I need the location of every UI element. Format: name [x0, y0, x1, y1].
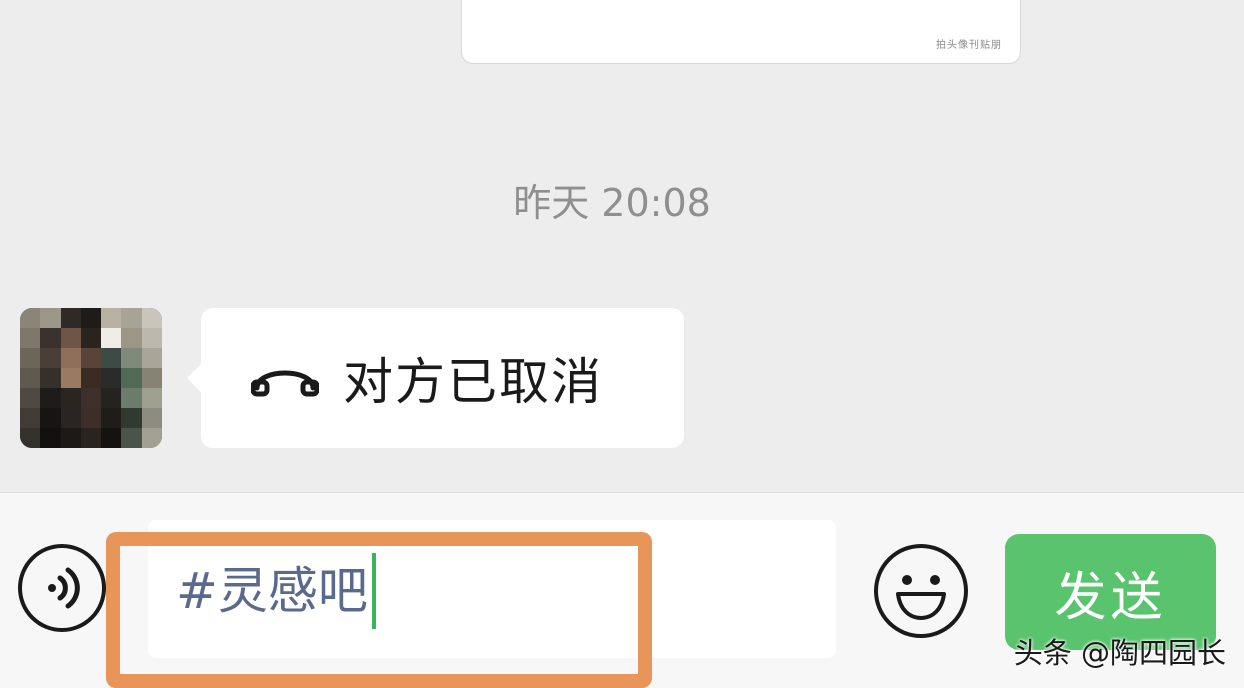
voice-input-button[interactable]: [18, 544, 106, 632]
message-timestamp: 昨天 20:08: [513, 181, 711, 225]
avatar-pixel: [20, 308, 41, 328]
avatar-pixel: [60, 388, 81, 408]
avatar-pixel: [141, 308, 162, 328]
avatar-pixel: [141, 368, 162, 388]
message-input-value[interactable]: #灵感吧: [176, 553, 376, 629]
avatar-pixel: [101, 388, 122, 408]
avatar-pixel: [40, 428, 61, 448]
previous-card-caption: 拍头像刊贴朋: [936, 40, 1002, 51]
avatar-pixel: [141, 408, 162, 428]
avatar-pixel: [141, 328, 162, 348]
input-text: #灵感吧: [176, 562, 368, 620]
avatar-pixel: [141, 388, 162, 408]
avatar-pixel: [60, 308, 81, 328]
avatar-pixel: [121, 348, 142, 368]
avatar-pixel: [20, 368, 41, 388]
voice-input-icon: [48, 567, 80, 609]
avatar-pixel: [80, 348, 102, 368]
avatar-pixel: [20, 428, 41, 448]
avatar-pixel: [121, 368, 142, 388]
avatar-pixel: [121, 308, 142, 328]
message-text: 对方已取消: [343, 353, 603, 411]
avatar-pixel: [80, 328, 102, 348]
avatar-pixel: [80, 428, 102, 448]
avatar-pixel: [20, 328, 41, 348]
avatar-pixel: [80, 408, 102, 428]
avatar-pixel: [121, 328, 142, 348]
call-cancelled-message[interactable]: 对方已取消: [187, 308, 684, 448]
avatar-pixel: [121, 388, 142, 408]
contact-avatar[interactable]: [20, 308, 162, 448]
avatar-pixel: [40, 388, 61, 408]
avatar-pixel: [101, 368, 122, 388]
avatar-pixel: [121, 428, 142, 448]
avatar-pixel: [40, 348, 61, 368]
phone-hangup-icon: [251, 370, 319, 397]
avatar-pixel: [20, 348, 41, 368]
avatar-pixel: [60, 368, 81, 388]
avatar-pixel: [101, 348, 122, 368]
avatar-pixel: [80, 368, 102, 388]
avatar-pixel: [40, 308, 61, 328]
avatar-pixel: [40, 328, 61, 348]
avatar-pixel: [101, 328, 122, 348]
avatar-pixel: [40, 408, 61, 428]
text-caret: [371, 553, 376, 629]
avatar-pixel: [60, 348, 81, 368]
emoji-button[interactable]: [874, 544, 968, 638]
avatar-pixel: [141, 348, 162, 368]
avatar-pixel: [20, 408, 41, 428]
avatar-pixel: [60, 328, 81, 348]
avatar-pixel: [20, 388, 41, 408]
chat-message-area[interactable]: 拍头像刊贴朋 昨天 20:08 对方已取消: [0, 0, 1244, 492]
avatar-pixel: [101, 408, 122, 428]
avatar-pixel: [80, 388, 102, 408]
avatar-pixel: [141, 428, 162, 448]
avatar-pixel: [60, 408, 81, 428]
avatar-pixel: [101, 428, 122, 448]
avatar-pixel: [40, 368, 61, 388]
avatar-pixel: [80, 308, 102, 328]
previous-message-card[interactable]: 拍头像刊贴朋: [461, 0, 1021, 64]
avatar-pixel: [121, 408, 142, 428]
watermark-text: 头条 @陶四园长: [1013, 636, 1226, 670]
avatar-pixel: [101, 308, 122, 328]
avatar-pixel: [60, 428, 81, 448]
emoji-icon: [896, 575, 946, 620]
